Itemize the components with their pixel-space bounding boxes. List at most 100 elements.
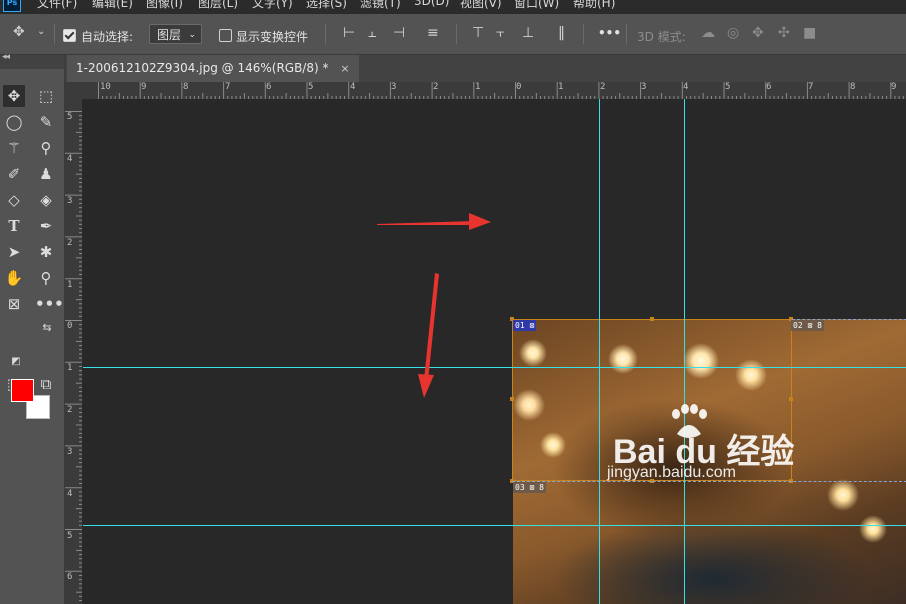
auto-select-checkbox[interactable]	[63, 29, 76, 42]
eyedropper-tool-icon[interactable]: ⚲	[35, 137, 57, 159]
magic-wand-tool-icon[interactable]: ⚚	[3, 137, 25, 159]
ruler-label: 1	[67, 280, 73, 290]
3d-orbit-icon[interactable]: ☁	[701, 25, 715, 41]
zoom-tool-icon[interactable]: ⚲	[35, 267, 57, 289]
quick-select-tool-icon[interactable]: ✎	[35, 111, 57, 133]
pen-tool-icon[interactable]: ✒	[35, 215, 57, 237]
custom-shape-tool-icon[interactable]: ✱	[35, 241, 57, 263]
watermark-url: jingyan.baidu.com	[607, 464, 736, 481]
default-colors-icon[interactable]: ◩	[5, 351, 27, 373]
align-top-icon[interactable]: ⊤	[472, 25, 484, 41]
ruler-label: 4	[683, 82, 689, 92]
distribute-vertical-icon[interactable]: ≡	[427, 25, 439, 41]
ruler-label: 0	[516, 82, 522, 92]
ruler-label: 5	[725, 82, 731, 92]
ruler-label: 3	[67, 196, 73, 206]
hand-tool-icon[interactable]: ✋	[3, 267, 25, 289]
menu-help[interactable]: 帮助(H)	[573, 0, 615, 11]
document-tab[interactable]: 1-200612102Z9304.jpg @ 146%(RGB/8) * ×	[67, 55, 359, 82]
ruler-label: 10	[100, 82, 111, 92]
ruler-label: 4	[350, 82, 356, 92]
frame-tool-icon[interactable]: ⊠	[3, 293, 25, 315]
close-icon[interactable]: ×	[340, 62, 349, 75]
layer-dropdown[interactable]: 图层 ⌄	[149, 24, 202, 44]
document-tab-strip: 1-200612102Z9304.jpg @ 146%(RGB/8) * ×	[65, 55, 906, 82]
menu-image[interactable]: 图像(I)	[146, 0, 183, 11]
swap-colors-icon[interactable]: ⇆	[36, 317, 58, 339]
more-tools-icon[interactable]: •••	[35, 293, 64, 315]
options-bar: ✥ ⌄ 自动选择: 图层 ⌄ 显示变换控件 ⊢ ⫠ ⊣ ≡ ⊤ ⫟ ⊥ ‖ ••…	[0, 14, 906, 55]
ruler-label: 5	[67, 112, 73, 122]
document-canvas[interactable]: 01 ⊠ 02 ⊠ 8 03 ⊠ 8	[83, 99, 906, 604]
down-arrow-head-icon	[418, 374, 434, 398]
ruler-label: 6	[266, 82, 272, 92]
menu-layer[interactable]: 图层(L)	[198, 0, 238, 11]
menu-view[interactable]: 视图(V)	[460, 0, 502, 11]
ruler-label: 3	[67, 447, 73, 457]
ruler-origin[interactable]	[65, 82, 82, 99]
divider	[325, 24, 326, 44]
foreground-color-swatch[interactable]	[11, 379, 34, 402]
menu-bar: Ps 文件(F) 编辑(E) 图像(I) 图层(L) 文字(Y) 选择(S) 滤…	[0, 0, 906, 14]
menu-type[interactable]: 文字(Y)	[252, 0, 293, 11]
divider	[583, 24, 584, 44]
paint-bucket-tool-icon[interactable]: ◈	[35, 189, 57, 211]
align-bottom-icon[interactable]: ⊥	[522, 25, 534, 41]
menu-filter[interactable]: 滤镜(T)	[360, 0, 401, 11]
move-tool-icon[interactable]: ✥	[3, 85, 25, 107]
photoshop-logo-icon: Ps	[3, 0, 21, 12]
type-tool-icon[interactable]: T	[3, 215, 25, 237]
3d-drag-icon[interactable]: ✥	[752, 25, 764, 41]
chevron-down-icon: ⌄	[188, 30, 196, 40]
ruler-label: 7	[225, 82, 231, 92]
ruler-label: 2	[600, 82, 606, 92]
down-arrow-shaft	[424, 273, 439, 381]
chevron-down-icon[interactable]: ⌄	[37, 26, 45, 37]
screen-mode-icon[interactable]: ⧉	[35, 373, 57, 395]
3d-mode-label: 3D 模式:	[637, 30, 686, 44]
align-hcenter-icon[interactable]: ⫠	[368, 25, 376, 41]
align-vcenter-icon[interactable]: ⫟	[496, 25, 504, 41]
show-transform-label: 显示变换控件	[236, 30, 309, 44]
layer-dropdown-value: 图层	[157, 28, 182, 42]
move-tool-preset-icon[interactable]: ✥	[13, 24, 25, 40]
menu-edit[interactable]: 编辑(E)	[92, 0, 133, 11]
3d-roll-icon[interactable]: ◎	[727, 25, 739, 41]
ruler-label: 9	[141, 82, 147, 92]
show-transform-checkbox[interactable]	[219, 29, 232, 42]
menu-select[interactable]: 选择(S)	[306, 0, 347, 11]
ruler-label: 3	[641, 82, 647, 92]
brush-tool-icon[interactable]: ✐	[3, 163, 25, 185]
3d-camera-icon[interactable]: ■	[803, 25, 816, 41]
ruler-label: 5	[308, 82, 314, 92]
panel-grip[interactable]: ◂◂	[0, 52, 64, 69]
ruler-label: 6	[766, 82, 772, 92]
ruler-label: 4	[67, 154, 73, 164]
collapse-panel-icon[interactable]: ◂◂	[2, 52, 10, 62]
ruler-ticks	[98, 82, 904, 99]
ruler-label: 8	[850, 82, 856, 92]
distribute-horizontal-icon[interactable]: ‖	[558, 25, 565, 41]
ruler-label: 2	[67, 238, 73, 248]
eraser-tool-icon[interactable]: ◇	[3, 189, 25, 211]
ruler-label: 6	[67, 572, 73, 582]
marquee-tool-icon[interactable]: ⬚	[35, 85, 57, 107]
ruler-label: 1	[558, 82, 564, 92]
lasso-tool-icon[interactable]: ◯	[3, 111, 25, 133]
menu-3d[interactable]: 3D(D)	[414, 0, 449, 8]
align-left-icon[interactable]: ⊢	[343, 25, 355, 41]
horizontal-ruler[interactable]: 10 9 8 7 6 5 4 3 2 1 0 1 2 3 4 5 6 7 8 9	[65, 82, 906, 100]
divider	[456, 24, 457, 44]
stamp-tool-icon[interactable]: ♟	[35, 163, 57, 185]
ruler-label: 5	[67, 531, 73, 541]
ruler-label: 2	[433, 82, 439, 92]
ruler-label: 4	[67, 489, 73, 499]
menu-file[interactable]: 文件(F)	[37, 0, 77, 11]
3d-slide-icon[interactable]: ✣	[778, 25, 790, 41]
align-right-icon[interactable]: ⊣	[393, 25, 405, 41]
divider	[54, 24, 55, 44]
more-options-icon[interactable]: •••	[598, 26, 621, 40]
vertical-ruler[interactable]: 5 4 3 2 1 0 1 2 3 4 5 6	[65, 99, 83, 604]
menu-window[interactable]: 窗口(W)	[514, 0, 559, 11]
path-select-tool-icon[interactable]: ➤	[3, 241, 25, 263]
